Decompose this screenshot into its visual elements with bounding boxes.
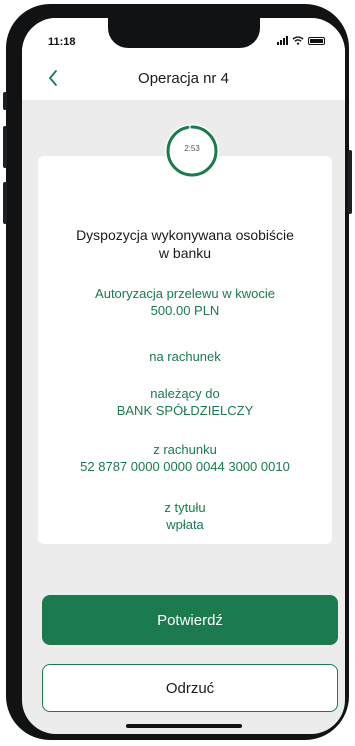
- auth-text: Autoryzacja przelewu w kwocie: [95, 286, 275, 301]
- owner-block: należący do BANK SPÓŁDZIELCZY: [38, 385, 332, 419]
- owner-label: należący do: [150, 386, 220, 401]
- header: Operacja nr 4: [22, 60, 345, 100]
- wifi-icon: [292, 36, 304, 45]
- page-title: Operacja nr 4: [138, 70, 229, 87]
- title-value: wpłata: [166, 517, 204, 532]
- side-button: [3, 92, 7, 110]
- side-button: [3, 126, 7, 168]
- from-account-label: z rachunku: [153, 442, 217, 457]
- home-indicator: [126, 724, 242, 728]
- auth-block: Autoryzacja przelewu w kwocie 500.00 PLN: [38, 285, 332, 319]
- from-account-block: z rachunku 52 8787 0000 0000 0044 3000 0…: [38, 441, 332, 475]
- side-button: [3, 182, 7, 224]
- owner-name: BANK SPÓŁDZIELCZY: [116, 403, 254, 418]
- timer-text: 2:53: [184, 144, 200, 153]
- status-icons: [277, 36, 325, 45]
- side-button: [348, 150, 352, 214]
- card-heading: Dyspozycja wykonywana osobiście w banku: [38, 226, 332, 262]
- screen: 11:18 Operacja nr 4 Dyspozycja wykonywan…: [22, 18, 345, 734]
- amount: 500.00 PLN: [150, 303, 220, 318]
- notch: [108, 18, 260, 48]
- countdown-timer: 2:53: [165, 124, 219, 178]
- title-block: z tytułu wpłata: [38, 499, 332, 533]
- heading-line-1: Dyspozycja wykonywana osobiście: [76, 227, 294, 243]
- reject-button[interactable]: Odrzuć: [42, 664, 338, 712]
- confirm-button[interactable]: Potwierdź: [42, 595, 338, 645]
- from-account-number: 52 8787 0000 0000 0044 3000 0010: [80, 459, 290, 474]
- signal-icon: [277, 36, 288, 45]
- battery-icon: [308, 36, 325, 45]
- heading-line-2: w banku: [158, 245, 212, 261]
- operation-card: Dyspozycja wykonywana osobiście w banku …: [38, 156, 332, 544]
- phone-frame: 11:18 Operacja nr 4 Dyspozycja wykonywan…: [6, 4, 349, 740]
- title-label: z tytułu: [164, 500, 206, 515]
- to-account-label: na rachunek: [149, 349, 221, 364]
- status-time: 11:18: [48, 36, 76, 48]
